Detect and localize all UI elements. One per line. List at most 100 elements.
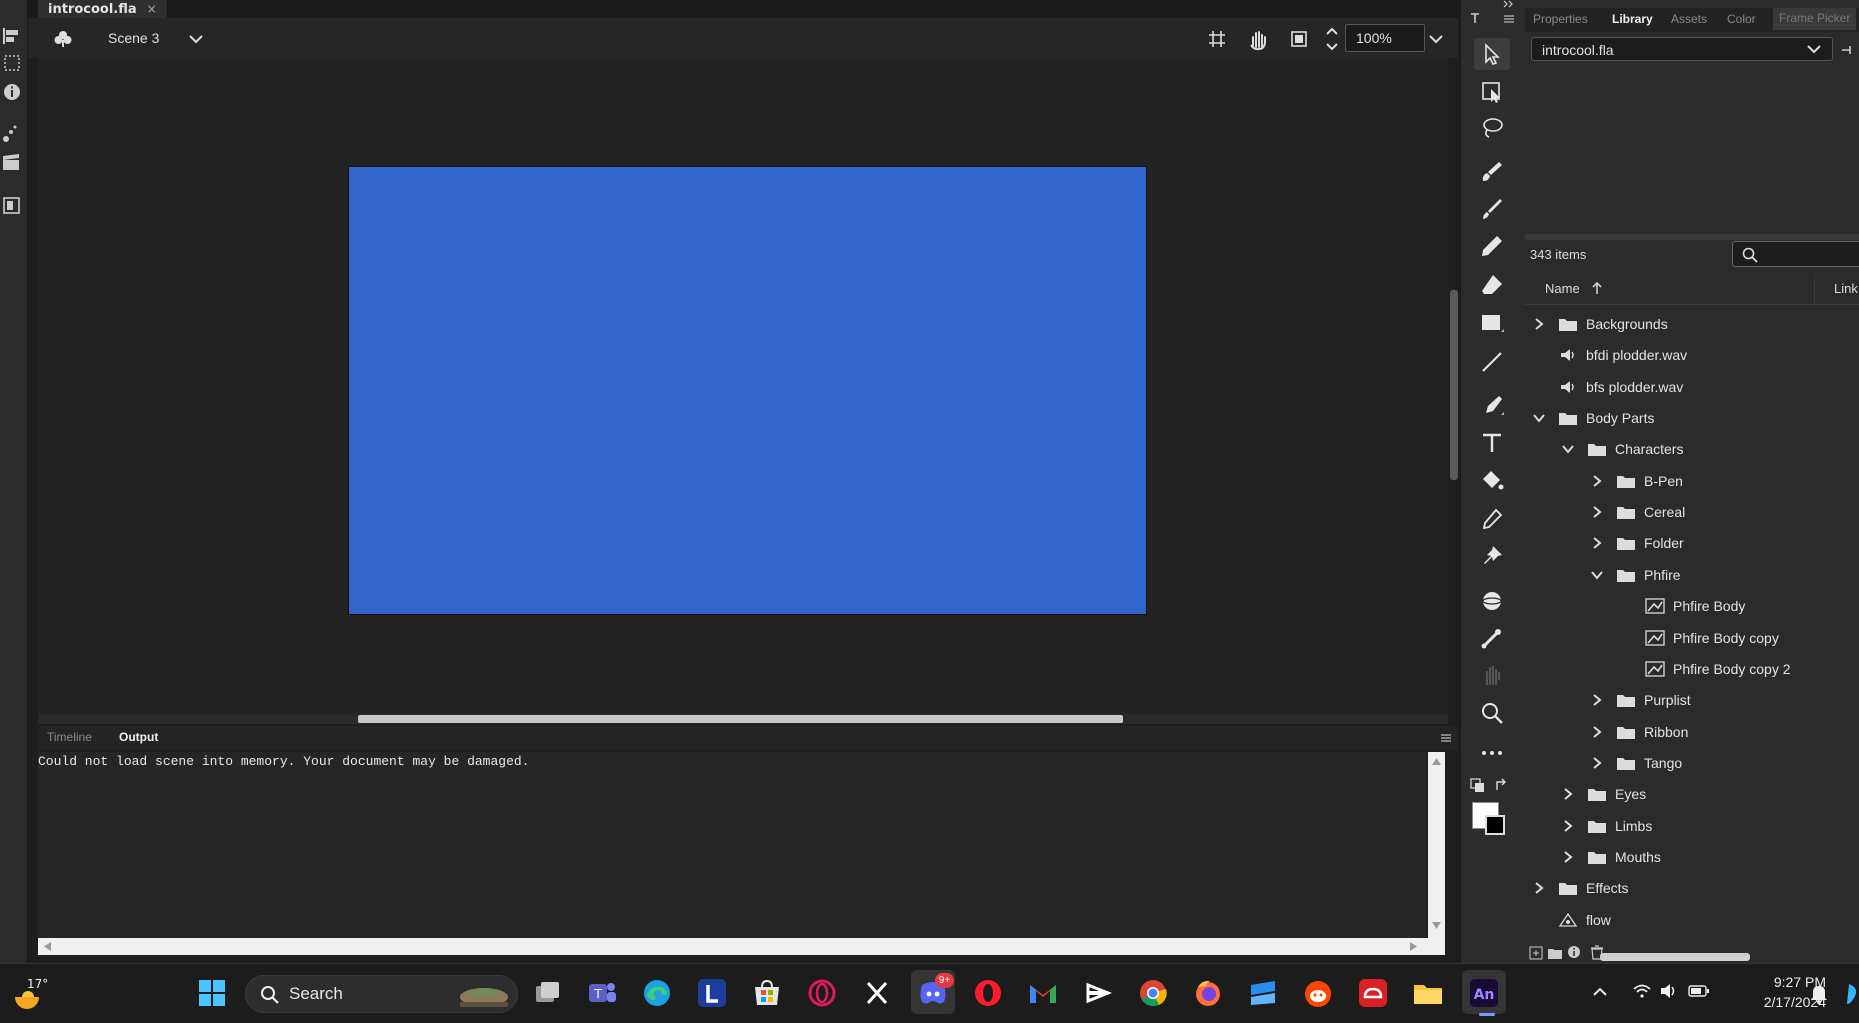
collapse-panels-icon[interactable] <box>1502 0 1516 8</box>
scene-clubs-icon[interactable] <box>52 28 74 50</box>
paint-bucket-tool-icon[interactable] <box>1479 467 1505 493</box>
wifi-icon[interactable] <box>1632 981 1652 1001</box>
selection-tool-icon[interactable] <box>1479 41 1505 67</box>
scroll-left-icon[interactable] <box>43 942 51 951</box>
reddit-icon[interactable] <box>1302 977 1334 1009</box>
copilot-icon[interactable] <box>1845 982 1859 1006</box>
library-item[interactable]: bfs plodder.wav <box>1532 372 1683 402</box>
brush-tool-icon[interactable] <box>1479 196 1505 222</box>
library-item[interactable]: flow <box>1532 905 1611 935</box>
pin-tool-icon[interactable] <box>1479 543 1505 569</box>
library-item[interactable]: Tango <box>1590 748 1682 778</box>
output-vertical-scrollbar[interactable] <box>1428 752 1445 938</box>
eyedropper-tool-icon[interactable] <box>1479 506 1505 532</box>
more-tools-icon[interactable] <box>1479 740 1505 766</box>
chevron-right-icon[interactable] <box>1590 474 1606 488</box>
library-item[interactable]: Ribbon <box>1590 717 1688 747</box>
chevron-down-icon[interactable] <box>188 32 204 46</box>
column-divider[interactable] <box>1814 274 1815 304</box>
x-icon[interactable] <box>861 977 893 1009</box>
l-app-icon[interactable] <box>696 977 728 1009</box>
library-document-select[interactable]: introcool.fla <box>1531 37 1833 61</box>
file-explorer-icon[interactable] <box>1412 977 1444 1009</box>
library-item[interactable]: Body Parts <box>1532 403 1654 433</box>
stage-horizontal-scroll-thumb[interactable] <box>358 715 1123 723</box>
chevron-right-icon[interactable] <box>1590 756 1606 770</box>
column-name[interactable]: Name <box>1545 281 1580 296</box>
line-tool-icon[interactable] <box>1479 349 1505 375</box>
align-icon[interactable] <box>1 25 23 47</box>
chevron-right-icon[interactable] <box>1532 317 1548 331</box>
library-item[interactable]: Phfire <box>1590 560 1681 590</box>
hand-tool-icon[interactable] <box>1479 662 1505 688</box>
notification-bell-icon[interactable] <box>1810 984 1828 1004</box>
output-area[interactable] <box>38 752 1426 938</box>
tab-assets[interactable]: Assets <box>1671 12 1707 26</box>
scroll-down-icon[interactable] <box>1432 922 1441 930</box>
chevron-right-icon[interactable] <box>1590 536 1606 550</box>
column-linkage[interactable]: Link <box>1834 281 1858 296</box>
chevron-down-icon[interactable] <box>1532 411 1548 425</box>
pen-tool-icon[interactable] <box>1479 393 1505 419</box>
hand-rotate-icon[interactable] <box>1246 27 1270 51</box>
library-item[interactable]: Mouths <box>1561 842 1661 872</box>
teams-icon[interactable]: T <box>586 977 618 1009</box>
library-item[interactable]: Eyes <box>1561 779 1646 809</box>
scene-name[interactable]: Scene 3 <box>108 30 159 46</box>
library-item[interactable]: Phfire Body copy <box>1619 623 1779 653</box>
swap-colors-icon[interactable] <box>1494 778 1510 794</box>
volume-icon[interactable] <box>1659 981 1679 1001</box>
library-item[interactable]: Phfire Body <box>1619 591 1745 621</box>
creative-cloud-icon[interactable] <box>1357 977 1389 1009</box>
pencil-tool-icon[interactable] <box>1479 233 1505 259</box>
library-item[interactable]: Limbs <box>1561 811 1652 841</box>
new-folder-icon[interactable] <box>1547 946 1563 960</box>
animate-icon[interactable]: An <box>1468 977 1500 1009</box>
eraser-tool-icon[interactable] <box>1479 272 1505 298</box>
chevron-right-icon[interactable] <box>1532 881 1548 895</box>
zoom-input[interactable]: 100% <box>1345 24 1425 52</box>
close-icon[interactable]: × <box>147 2 157 16</box>
tab-properties[interactable]: Properties <box>1533 12 1588 26</box>
app-icon[interactable] <box>1247 977 1279 1009</box>
library-item[interactable]: Cereal <box>1590 497 1685 527</box>
clip-canvas-icon[interactable] <box>1288 28 1310 50</box>
zoom-tool-icon[interactable] <box>1479 700 1505 726</box>
3d-rotation-tool-icon[interactable] <box>1479 588 1505 614</box>
start-icon[interactable] <box>196 977 228 1009</box>
edge-icon[interactable] <box>641 977 673 1009</box>
opera-gx-icon[interactable] <box>806 977 838 1009</box>
library-horizontal-scroll-thumb[interactable] <box>1600 953 1750 961</box>
taskbar-search-box[interactable] <box>245 975 518 1013</box>
library-item[interactable]: Folder <box>1590 528 1684 558</box>
tab-frame-picker[interactable]: Frame Picker <box>1773 8 1857 30</box>
library-item[interactable]: Purplist <box>1590 685 1691 715</box>
library-search-input[interactable] <box>1732 241 1859 267</box>
paint-brush-tool-icon[interactable] <box>1479 159 1505 185</box>
frame-picker-icon[interactable] <box>1 195 23 217</box>
scroll-up-icon[interactable] <box>1432 757 1441 765</box>
output-horizontal-scrollbar[interactable] <box>38 938 1445 955</box>
chrome-icon[interactable] <box>1137 977 1169 1009</box>
document-tab[interactable]: introcool.fla × <box>38 0 167 18</box>
sort-ascending-icon[interactable] <box>1591 281 1603 295</box>
library-item[interactable]: Characters <box>1561 434 1683 464</box>
chevron-right-icon[interactable] <box>1590 693 1606 707</box>
scene-icon[interactable] <box>1 152 23 174</box>
snap-to-grid-icon[interactable] <box>1207 29 1227 49</box>
chevron-right-icon[interactable] <box>1590 725 1606 739</box>
chevron-down-icon[interactable] <box>1806 42 1822 56</box>
rectangle-tool-icon[interactable] <box>1479 310 1505 336</box>
battery-icon[interactable] <box>1688 983 1710 999</box>
library-item[interactable]: bfdi plodder.wav <box>1532 340 1687 370</box>
zoom-dropdown-chevron-icon[interactable] <box>1428 32 1444 46</box>
chevron-right-icon[interactable] <box>1561 787 1577 801</box>
gmail-icon[interactable] <box>1027 977 1059 1009</box>
store-icon[interactable] <box>751 977 783 1009</box>
zoom-stepper-icon[interactable] <box>1324 24 1340 54</box>
transform-icon[interactable] <box>1 52 23 74</box>
default-colors-icon[interactable] <box>1470 778 1486 794</box>
free-transform-tool-icon[interactable] <box>1479 78 1505 104</box>
scroll-right-icon[interactable] <box>1410 942 1418 951</box>
info-icon[interactable] <box>1 81 23 103</box>
